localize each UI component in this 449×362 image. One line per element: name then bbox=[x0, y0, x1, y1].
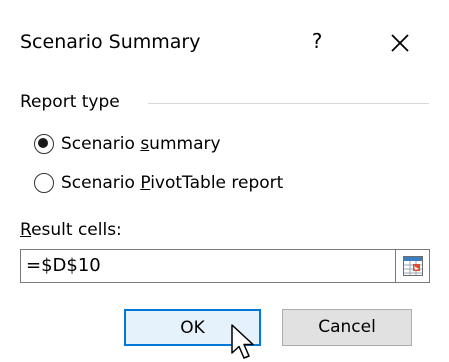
radio-scenario-pivottable-label: Scenario PivotTable report bbox=[61, 172, 283, 194]
result-cells-input[interactable]: =$D$10 bbox=[20, 249, 408, 283]
range-selector-icon bbox=[403, 256, 423, 276]
accelerator-char: P bbox=[140, 173, 151, 193]
help-button[interactable]: ? bbox=[304, 24, 330, 58]
label-part: Scenario bbox=[61, 134, 141, 154]
label-part: ummary bbox=[149, 134, 221, 154]
radio-scenario-pivottable[interactable]: Scenario PivotTable report bbox=[34, 171, 283, 195]
label-part: ivotTable report bbox=[150, 173, 284, 193]
dialog-title: Scenario Summary bbox=[20, 31, 201, 53]
radio-scenario-summary-label: Scenario summary bbox=[61, 133, 221, 155]
radio-scenario-summary[interactable]: Scenario summary bbox=[34, 132, 221, 156]
radio-button-selected[interactable] bbox=[34, 134, 54, 154]
radio-dot bbox=[38, 138, 49, 149]
report-type-group-label: Report type bbox=[20, 91, 126, 113]
range-selector-button[interactable] bbox=[395, 249, 430, 283]
close-icon bbox=[391, 34, 409, 52]
result-cells-label: Result cells: bbox=[20, 219, 122, 241]
label-part: Scenario bbox=[61, 173, 141, 193]
accelerator-char: s bbox=[140, 134, 150, 154]
group-divider bbox=[148, 103, 429, 104]
close-button[interactable] bbox=[380, 22, 420, 62]
mouse-pointer-icon bbox=[231, 324, 254, 359]
label-part: esult cells: bbox=[31, 220, 122, 240]
accelerator-char: R bbox=[20, 220, 32, 240]
cancel-button[interactable]: Cancel bbox=[282, 309, 412, 346]
scenario-summary-dialog: Scenario Summary ? Report type Scenario … bbox=[0, 0, 449, 362]
radio-button-unselected[interactable] bbox=[34, 173, 54, 193]
